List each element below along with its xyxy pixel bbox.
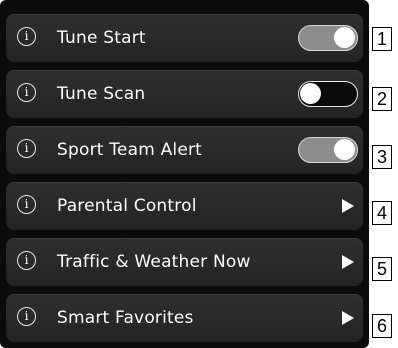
callout-number-1: 1 <box>372 27 392 51</box>
setting-label: Smart Favorites <box>57 308 194 328</box>
toggle-knob <box>334 27 355 48</box>
setting-row-tune-start[interactable]: i Tune Start <box>6 14 363 62</box>
chevron-right-icon <box>342 255 354 269</box>
settings-panel: i Tune Start i Tune Scan i Sport Team Al… <box>0 0 369 348</box>
toggle-knob <box>300 83 321 104</box>
setting-row-sport-team-alert[interactable]: i Sport Team Alert <box>6 126 363 174</box>
info-icon[interactable]: i <box>17 139 36 158</box>
callout-number-2: 2 <box>372 87 392 111</box>
setting-label: Traffic & Weather Now <box>57 252 251 272</box>
info-icon[interactable]: i <box>17 195 36 214</box>
setting-row-parental-control[interactable]: i Parental Control <box>6 182 363 230</box>
callout-number-5: 5 <box>372 257 392 281</box>
tune-start-toggle[interactable] <box>298 25 358 51</box>
setting-row-traffic-weather-now[interactable]: i Traffic & Weather Now <box>6 238 363 286</box>
setting-label: Tune Scan <box>57 84 146 104</box>
tune-scan-toggle[interactable] <box>298 81 358 107</box>
toggle-knob <box>334 139 355 160</box>
info-icon[interactable]: i <box>17 251 36 270</box>
setting-label: Sport Team Alert <box>57 140 203 160</box>
setting-label: Parental Control <box>57 196 197 216</box>
info-icon[interactable]: i <box>17 27 36 46</box>
info-icon[interactable]: i <box>17 83 36 102</box>
callout-number-4: 4 <box>372 201 392 225</box>
setting-row-tune-scan[interactable]: i Tune Scan <box>6 70 363 118</box>
chevron-right-icon <box>342 311 354 325</box>
info-icon[interactable]: i <box>17 307 36 326</box>
chevron-right-icon <box>342 199 354 213</box>
callout-number-3: 3 <box>372 145 392 169</box>
setting-label: Tune Start <box>57 28 146 48</box>
setting-row-smart-favorites[interactable]: i Smart Favorites <box>6 294 363 342</box>
callout-number-6: 6 <box>372 314 392 338</box>
sport-team-alert-toggle[interactable] <box>298 137 358 163</box>
